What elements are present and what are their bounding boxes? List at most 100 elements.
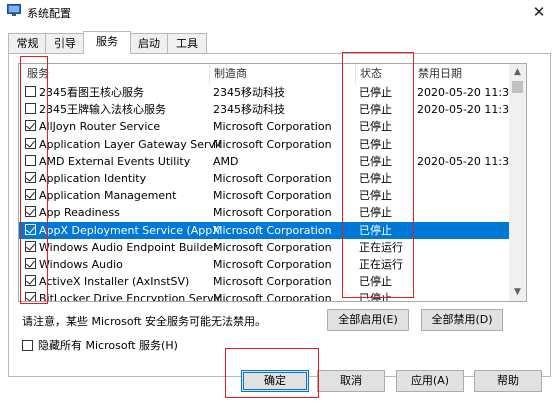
table-row[interactable]: App Readiness Microsoft Corporation 已停止 — [19, 204, 509, 221]
ok-button[interactable]: 确定 — [241, 370, 309, 392]
manufacturer-cell: Microsoft Corporation — [213, 292, 332, 302]
tab-startup[interactable]: 启动 — [129, 33, 169, 53]
service-checkbox[interactable] — [25, 189, 36, 201]
scroll-thumb[interactable] — [512, 81, 523, 93]
service-checkbox[interactable] — [25, 240, 36, 252]
manufacturer-cell: Microsoft Corporation — [213, 223, 332, 237]
status-cell: 已停止 — [359, 86, 392, 99]
service-name-cell: Windows Audio — [39, 258, 123, 271]
services-list[interactable]: 服务 制造商 状态 禁用日期 2345看图王核心服务 2345移动科技 已停止 202… — [18, 63, 527, 302]
scroll-down-icon[interactable]: ▼ — [509, 284, 526, 301]
tab-general[interactable]: 常规 — [8, 33, 47, 53]
checkbox[interactable] — [22, 340, 33, 351]
tab-services[interactable]: 服务 — [83, 31, 131, 54]
service-checkbox[interactable] — [25, 258, 36, 269]
service-name-cell: AMD External Events Utility — [39, 154, 191, 168]
table-row[interactable]: Windows Audio Microsoft Corporation 正在运行 — [19, 256, 509, 273]
status-cell: 已停止 — [359, 189, 392, 203]
system-configuration-window: 系统配置 ✕ 常规 引导 服务 启动 工具 服务 制造商 状态 禁用日期 234… — [0, 0, 554, 405]
status-cell: 已停止 — [359, 206, 392, 220]
status-cell: 正在运行 — [359, 258, 403, 271]
service-checkbox[interactable] — [25, 120, 36, 132]
service-checkbox[interactable] — [25, 103, 36, 115]
service-name-cell: AppX Deployment Service (AppX... — [39, 223, 221, 237]
disabled-date-cell — [417, 290, 509, 301]
table-row[interactable]: AllJoyn Router Service Microsoft Corporat… — [19, 118, 509, 135]
disabled-date-cell — [417, 273, 509, 290]
column-header-service[interactable]: 服务 — [22, 64, 210, 84]
table-row[interactable]: BitLocker Drive Encryption Service Micros… — [19, 290, 509, 302]
service-checkbox[interactable] — [25, 223, 36, 235]
service-checkbox[interactable] — [25, 206, 36, 218]
table-row[interactable]: 2345看图王核心服务 2345移动科技 已停止 2020-05-20 11:3... — [19, 84, 509, 101]
service-name-cell: 2345王牌输入法核心服务 — [39, 103, 166, 117]
disabled-date-cell: 2020-05-20 11:3... — [417, 86, 509, 99]
manufacturer-cell: Microsoft Corporation — [213, 120, 332, 134]
disabled-date-cell — [417, 187, 509, 204]
service-checkbox[interactable] — [25, 292, 36, 301]
checkmark-icon — [26, 206, 35, 217]
disabled-date-cell — [417, 118, 509, 135]
disabled-date-cell: 2020-05-20 11:3... — [417, 103, 509, 117]
service-name-cell: Application Management — [39, 189, 177, 203]
help-button[interactable]: 帮助 — [474, 370, 542, 392]
close-icon[interactable]: ✕ — [527, 1, 551, 23]
manufacturer-cell: Microsoft Corporation — [213, 137, 332, 151]
table-row[interactable]: Application Identity Microsoft Corporatio… — [19, 170, 509, 187]
manufacturer-cell: Microsoft Corporation — [213, 258, 332, 271]
service-name-cell: BitLocker Drive Encryption Service — [39, 292, 221, 302]
service-checkbox[interactable] — [25, 154, 36, 166]
window-title: 系统配置 — [27, 7, 71, 20]
vertical-scrollbar[interactable]: ▲ ▼ — [509, 64, 526, 301]
apply-button[interactable]: 应用(A) — [396, 370, 464, 392]
service-name-cell: Windows Audio Endpoint Builder — [39, 240, 218, 254]
table-row[interactable]: Windows Audio Endpoint Builder Microsoft … — [19, 239, 509, 256]
manufacturer-cell: Microsoft Corporation — [213, 240, 332, 254]
status-cell: 已停止 — [359, 292, 392, 302]
table-row[interactable]: AppX Deployment Service (AppX... Microsof… — [19, 221, 509, 239]
checkmark-icon — [26, 223, 35, 234]
tab-boot[interactable]: 引导 — [45, 33, 85, 53]
checkmark-icon — [26, 172, 35, 182]
checkmark-icon — [26, 137, 35, 148]
checkmark-icon — [26, 292, 35, 301]
manufacturer-cell: Microsoft Corporation — [213, 206, 332, 220]
checkmark-icon — [26, 241, 35, 251]
service-name-cell: Application Identity — [39, 172, 147, 185]
table-row[interactable]: 2345王牌输入法核心服务 2345移动科技 已停止 2020-05-20 11:3.… — [19, 101, 509, 118]
column-header-manufacturer[interactable]: 制造商 — [209, 64, 356, 84]
status-cell: 已停止 — [359, 154, 392, 168]
column-header-disabled-date[interactable]: 禁用日期 — [413, 64, 509, 84]
table-row[interactable]: Application Layer Gateway Service Microso… — [19, 136, 509, 153]
status-cell: 已停止 — [359, 275, 392, 289]
status-cell: 已停止 — [359, 223, 392, 237]
system-configuration-icon — [7, 4, 21, 16]
tab-tools[interactable]: 工具 — [167, 33, 207, 53]
service-checkbox[interactable] — [25, 275, 36, 287]
disable-all-button[interactable]: 全部禁用(D) — [421, 309, 503, 331]
service-checkbox[interactable] — [25, 137, 36, 149]
enable-all-button[interactable]: 全部启用(E) — [327, 309, 409, 331]
manufacturer-cell: 2345移动科技 — [213, 103, 285, 117]
scroll-up-icon[interactable]: ▲ — [509, 64, 526, 81]
service-checkbox[interactable] — [25, 172, 36, 183]
disabled-date-cell — [417, 136, 509, 153]
table-row[interactable]: AMD External Events Utility AMD 已停止 2020-05… — [19, 153, 509, 170]
disabled-date-cell — [417, 239, 509, 256]
service-name-cell: 2345看图王核心服务 — [39, 86, 144, 99]
service-name-cell: AllJoyn Router Service — [39, 120, 161, 134]
table-row[interactable]: ActiveX Installer (AxInstSV) Microsoft Co… — [19, 273, 509, 290]
manufacturer-cell: Microsoft Corporation — [213, 189, 332, 203]
list-header: 服务 制造商 状态 禁用日期 — [19, 64, 509, 84]
hide-microsoft-services-label: 隐藏所有 Microsoft 服务(H) — [38, 339, 178, 352]
column-header-status[interactable]: 状态 — [355, 64, 415, 84]
cancel-button[interactable]: 取消 — [317, 370, 385, 392]
service-checkbox[interactable] — [25, 86, 36, 97]
manufacturer-cell: AMD — [213, 154, 239, 168]
checkmark-icon — [26, 258, 35, 268]
manufacturer-cell: Microsoft Corporation — [213, 172, 332, 185]
table-row[interactable]: Application Management Microsoft Corporat… — [19, 187, 509, 204]
status-cell: 已停止 — [359, 103, 392, 117]
disabled-date-cell — [417, 256, 509, 273]
disabled-date-cell: 2020-05-20 11:3... — [417, 154, 509, 168]
